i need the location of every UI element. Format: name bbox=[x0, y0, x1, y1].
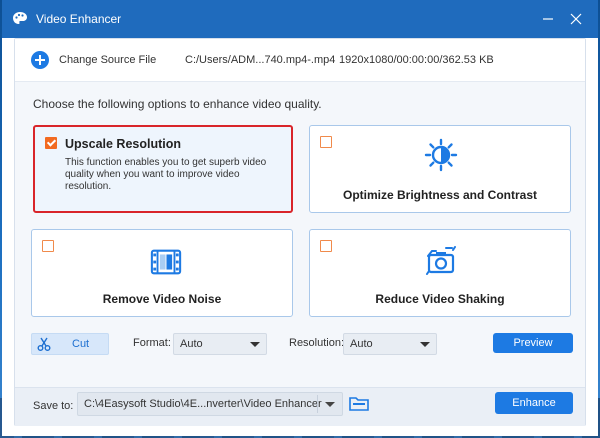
cut-button[interactable]: Cut bbox=[31, 333, 109, 355]
brightness-icon bbox=[424, 138, 458, 172]
format-select[interactable]: Auto bbox=[173, 333, 267, 355]
source-file-row: Change Source File C:/Users/ADM...740.mp… bbox=[15, 39, 585, 82]
remove-video-noise-checkbox[interactable] bbox=[42, 240, 54, 252]
source-file-path: C:/Users/ADM...740.mp4-.mp4 bbox=[185, 54, 336, 66]
palette-icon bbox=[13, 12, 27, 24]
option-optimize-brightness[interactable]: Optimize Brightness and Contrast bbox=[309, 125, 571, 213]
option-title: Upscale Resolution bbox=[65, 137, 181, 151]
save-path-select[interactable]: C:\4Easysoft Studio\4E...nverter\Video E… bbox=[77, 392, 343, 416]
source-file-info: 1920x1080/00:00:00/362.53 KB bbox=[339, 54, 494, 66]
window-title: Video Enhancer bbox=[36, 12, 122, 26]
close-icon[interactable] bbox=[566, 9, 586, 29]
option-title: Remove Video Noise bbox=[102, 292, 222, 306]
scissors-icon bbox=[37, 337, 51, 351]
resolution-value: Auto bbox=[350, 338, 373, 350]
title-bar: Video Enhancer bbox=[2, 0, 598, 38]
reduce-video-shaking-checkbox[interactable] bbox=[320, 240, 332, 252]
format-label: Format: bbox=[133, 337, 171, 349]
instructions-text: Choose the following options to enhance … bbox=[33, 97, 322, 111]
divider bbox=[317, 395, 318, 413]
save-bar: Save to: C:\4Easysoft Studio\4E...nverte… bbox=[15, 387, 585, 426]
save-path-value: C:\4Easysoft Studio\4E...nverter\Video E… bbox=[84, 398, 322, 410]
upscale-resolution-checkbox[interactable] bbox=[45, 137, 57, 149]
chevron-down-icon bbox=[420, 342, 430, 347]
folder-icon[interactable] bbox=[349, 395, 369, 411]
cut-label: Cut bbox=[72, 338, 90, 350]
format-value: Auto bbox=[180, 338, 203, 350]
change-source-file-button[interactable]: Change Source File bbox=[59, 54, 156, 66]
optimize-brightness-checkbox[interactable] bbox=[320, 136, 332, 148]
option-title: Optimize Brightness and Contrast bbox=[342, 188, 538, 202]
enhance-button[interactable]: Enhance bbox=[495, 392, 573, 414]
resolution-label: Resolution: bbox=[289, 337, 345, 349]
option-reduce-video-shaking[interactable]: Reduce Video Shaking bbox=[309, 229, 571, 317]
option-remove-video-noise[interactable]: Remove Video Noise bbox=[31, 229, 293, 317]
option-description: This function enables you to get superb … bbox=[65, 157, 267, 192]
resolution-select[interactable]: Auto bbox=[343, 333, 437, 355]
minimize-icon[interactable] bbox=[538, 9, 558, 29]
chevron-down-icon bbox=[250, 342, 260, 347]
option-upscale-resolution[interactable]: Upscale Resolution This function enables… bbox=[33, 125, 293, 213]
film-strip-icon bbox=[150, 249, 182, 275]
chevron-down-icon bbox=[325, 402, 335, 407]
preview-button[interactable]: Preview bbox=[493, 333, 573, 353]
enhancer-panel: Change Source File C:/Users/ADM...740.mp… bbox=[14, 38, 586, 426]
settings-row: Cut Format: Auto Resolution: Auto Previe… bbox=[31, 333, 573, 355]
video-enhancer-window: Video Enhancer Change Source File C:/Use… bbox=[2, 0, 598, 436]
stabilize-camera-icon bbox=[426, 246, 456, 275]
plus-circle-icon[interactable] bbox=[31, 51, 49, 69]
option-title: Reduce Video Shaking bbox=[375, 292, 505, 306]
save-to-label: Save to: bbox=[33, 400, 74, 412]
